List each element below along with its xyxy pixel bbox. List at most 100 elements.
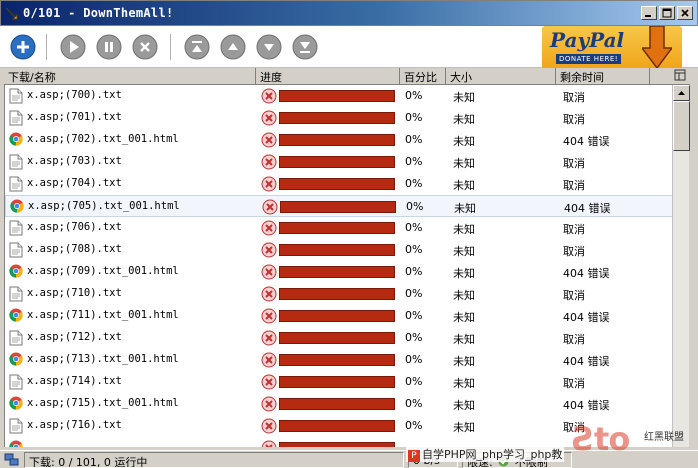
cancelled-status-icon xyxy=(262,199,278,215)
text-file-icon xyxy=(9,110,23,126)
play-icon xyxy=(60,34,86,60)
file-name: x.asp;(703).txt xyxy=(27,155,122,167)
size-value: 未知 xyxy=(453,223,475,236)
download-row[interactable]: x.asp;(713).txt_001.html 0% 未知 404 错误 xyxy=(5,349,672,371)
chrome-icon xyxy=(9,264,23,280)
size-value: 未知 xyxy=(453,311,475,324)
remaining-status: 取消 xyxy=(563,157,585,170)
file-name: x.asp;(704).txt xyxy=(27,177,122,189)
download-row[interactable]: x.asp;(714).txt 0% 未知 取消 xyxy=(5,371,672,393)
move-top-button[interactable] xyxy=(184,34,210,60)
status-bar: 下载: 0 / 101, 0 运行中 0 b/s 限速: 不限制 xyxy=(0,450,698,468)
network-icon xyxy=(4,453,19,466)
maximize-icon xyxy=(662,8,672,18)
size-value: 未知 xyxy=(454,202,476,215)
size-value: 未知 xyxy=(453,267,475,280)
speed-limit-panel[interactable]: 限速: 不限制 xyxy=(462,452,572,468)
percent-value: 0% xyxy=(405,243,423,256)
remaining-status: 取消 xyxy=(563,91,585,104)
download-row[interactable]: x.asp;(715).txt_001.html 0% 未知 404 错误 xyxy=(5,393,672,415)
text-file-icon xyxy=(9,220,23,236)
speed-limit-label: 限速: xyxy=(467,456,493,468)
move-up-button[interactable] xyxy=(220,34,246,60)
download-row[interactable]: x.asp;(700).txt 0% 未知 取消 xyxy=(5,85,672,107)
add-download-button[interactable] xyxy=(10,34,36,60)
move-down-button[interactable] xyxy=(256,34,282,60)
remaining-status: 取消 xyxy=(563,245,585,258)
column-percent[interactable]: 百分比 xyxy=(400,68,446,85)
download-row[interactable]: x.asp;(706).txt 0% 未知 取消 xyxy=(5,217,672,239)
percent-value: 0% xyxy=(405,221,423,234)
download-row[interactable]: x.asp;(710).txt 0% 未知 取消 xyxy=(5,283,672,305)
paypal-logo: PayPal xyxy=(550,28,625,52)
download-row[interactable]: x.asp;(711).txt_001.html 0% 未知 404 错误 xyxy=(5,305,672,327)
column-remaining[interactable]: 剩余时间 xyxy=(556,68,650,85)
progress-bar xyxy=(280,201,396,213)
close-button[interactable] xyxy=(677,6,693,20)
percent-value: 0% xyxy=(405,419,423,432)
speed-limit-value: 不限制 xyxy=(514,456,548,468)
move-bottom-button[interactable] xyxy=(292,34,318,60)
window-title: 0/101 - DownThemAll! xyxy=(23,6,174,20)
chrome-icon xyxy=(9,308,23,324)
progress-bar xyxy=(279,112,395,124)
remaining-status: 404 错误 xyxy=(563,311,610,324)
cancelled-status-icon xyxy=(261,110,277,126)
progress-bar xyxy=(279,288,395,300)
download-row[interactable]: x.asp;(704).txt 0% 未知 取消 xyxy=(5,173,672,195)
percent-value: 0% xyxy=(406,200,424,213)
text-file-icon xyxy=(9,88,23,104)
downthemall-icon xyxy=(5,7,18,20)
column-picker-icon xyxy=(674,69,686,81)
size-value: 未知 xyxy=(453,377,475,390)
maximize-button[interactable] xyxy=(659,6,675,20)
download-row[interactable]: x.asp;(701).txt 0% 未知 取消 xyxy=(5,107,672,129)
size-value: 未知 xyxy=(453,289,475,302)
column-progress[interactable]: 进度 xyxy=(256,68,400,85)
download-row[interactable]: x.asp;(705).txt_001.html 0% 未知 404 错误 xyxy=(5,195,672,217)
add-icon xyxy=(10,34,36,60)
remaining-status: 404 错误 xyxy=(563,267,610,280)
text-file-icon xyxy=(9,242,23,258)
size-value: 未知 xyxy=(453,157,475,170)
move-bottom-icon xyxy=(292,34,318,60)
percent-value: 0% xyxy=(405,375,423,388)
chrome-icon xyxy=(9,132,23,148)
scroll-thumb[interactable] xyxy=(673,101,690,151)
scroll-up-button[interactable] xyxy=(673,85,690,101)
file-name: x.asp;(713).txt_001.html xyxy=(27,353,179,365)
cancelled-status-icon xyxy=(261,176,277,192)
text-file-icon xyxy=(9,176,23,192)
column-picker[interactable] xyxy=(650,68,690,85)
download-list[interactable]: x.asp;(700).txt 0% 未知 取消 x.asp;(701).txt 0% 未知… xyxy=(4,85,672,447)
vertical-scrollbar[interactable] xyxy=(672,85,690,447)
column-size[interactable]: 大小 xyxy=(446,68,556,85)
download-row-partial[interactable] xyxy=(5,437,672,447)
column-name[interactable]: 下载/名称 xyxy=(4,68,256,85)
arrow-up-icon xyxy=(678,91,685,95)
cancelled-status-icon xyxy=(261,308,277,324)
progress-bar xyxy=(279,222,395,234)
file-name: x.asp;(714).txt xyxy=(27,375,122,387)
text-file-icon xyxy=(9,330,23,346)
donate-label: DONATE HERE! xyxy=(556,54,622,64)
percent-value: 0% xyxy=(405,155,423,168)
pause-button[interactable] xyxy=(96,34,122,60)
download-row[interactable]: x.asp;(703).txt 0% 未知 取消 xyxy=(5,151,672,173)
download-row[interactable]: x.asp;(708).txt 0% 未知 取消 xyxy=(5,239,672,261)
download-row[interactable]: x.asp;(709).txt_001.html 0% 未知 404 错误 xyxy=(5,261,672,283)
download-row[interactable]: x.asp;(712).txt 0% 未知 取消 xyxy=(5,327,672,349)
remaining-status: 取消 xyxy=(563,113,585,126)
resume-button[interactable] xyxy=(60,34,86,60)
file-name: x.asp;(716).txt xyxy=(27,419,122,431)
download-row[interactable]: x.asp;(702).txt_001.html 0% 未知 404 错误 xyxy=(5,129,672,151)
download-row[interactable]: x.asp;(716).txt 0% 未知 取消 xyxy=(5,415,672,437)
cancel-button[interactable] xyxy=(132,34,158,60)
paypal-donate-button[interactable]: PayPal DONATE HERE! xyxy=(542,26,682,70)
minimize-button[interactable] xyxy=(641,6,657,20)
file-name: x.asp;(712).txt xyxy=(27,331,122,343)
cancelled-status-icon xyxy=(261,374,277,390)
speed-limit-icon xyxy=(498,456,509,467)
progress-bar xyxy=(279,178,395,190)
toolbar-separator xyxy=(46,34,47,60)
